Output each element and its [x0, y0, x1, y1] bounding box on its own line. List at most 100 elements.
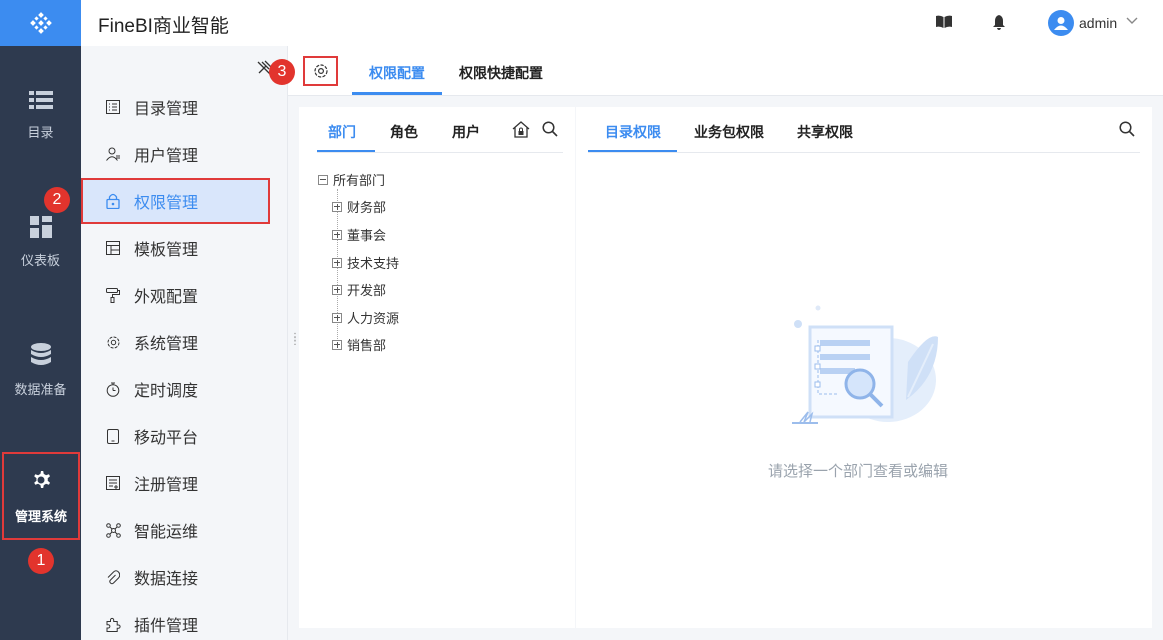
- tab-permission-quick-config[interactable]: 权限快捷配置: [459, 63, 543, 83]
- tab-permission-config[interactable]: 权限配置: [369, 63, 425, 83]
- sidebar-item-label: 数据连接: [134, 571, 199, 588]
- sidebar-item-label: 用户管理: [134, 148, 199, 165]
- search-icon[interactable]: [1119, 121, 1135, 137]
- expand-icon[interactable]: [332, 339, 342, 350]
- sidebar-item-users[interactable]: 用户管理: [81, 131, 288, 177]
- sidebar-item-scheduler[interactable]: 定时调度: [81, 366, 288, 412]
- tree-node-tech-support[interactable]: 技术支持: [332, 253, 399, 272]
- tab-share-permission[interactable]: 共享权限: [797, 122, 853, 142]
- sidebar-item-plugins[interactable]: 插件管理: [81, 601, 288, 640]
- gear-icon: [105, 334, 121, 350]
- main-tab-bar: 权限配置 权限快捷配置: [288, 46, 1163, 96]
- user-icon: [105, 146, 121, 162]
- gear-icon: [313, 64, 328, 78]
- link-icon: [105, 569, 121, 585]
- rail-item-admin[interactable]: 管理系统: [2, 452, 80, 540]
- sidebar-item-templates[interactable]: 模板管理: [81, 225, 288, 271]
- active-tab-indicator: [352, 92, 442, 95]
- logo-icon: [29, 12, 52, 34]
- search-icon[interactable]: [542, 121, 558, 137]
- rail-item-data-prep[interactable]: 数据准备: [0, 343, 81, 398]
- tree-node-hr[interactable]: 人力资源: [332, 308, 399, 327]
- expand-icon[interactable]: [332, 284, 342, 295]
- expand-icon[interactable]: [332, 312, 342, 323]
- rail-label: 仪表板: [20, 253, 60, 268]
- sidebar-item-data-connection[interactable]: 数据连接: [81, 554, 288, 600]
- tree-node-label: 销售部: [347, 338, 387, 353]
- gear-icon: [34, 470, 50, 488]
- sidebar-item-system[interactable]: 系统管理: [81, 319, 288, 365]
- sidebar-item-label: 插件管理: [134, 618, 199, 635]
- sidebar-item-label: 智能运维: [134, 524, 199, 541]
- expand-icon[interactable]: [332, 229, 342, 240]
- tree-node-label: 人力资源: [347, 311, 400, 326]
- rail-item-dashboard[interactable]: 仪表板: [0, 216, 81, 269]
- sidebar-item-label: 移动平台: [134, 430, 199, 447]
- sidebar-item-label: 目录管理: [134, 101, 199, 118]
- template-icon: [105, 240, 121, 256]
- step-badge-1: 1: [28, 548, 54, 574]
- user-name[interactable]: admin: [1079, 15, 1117, 31]
- rail-label: 管理系统: [14, 508, 67, 524]
- tree-root-label: 所有部门: [333, 173, 386, 188]
- tree-node-sales[interactable]: 销售部: [332, 335, 386, 354]
- admin-sidebar: 目录管理 用户管理 权限管理 模板管理 外观配置 系统管理 定时调度 移动平台 …: [81, 46, 288, 640]
- catalog-icon: [28, 91, 53, 109]
- tree-node-dev[interactable]: 开发部: [332, 280, 386, 299]
- paint-roller-icon: [105, 287, 121, 303]
- top-header: FineBI商业智能 admin: [81, 0, 1163, 46]
- resize-handle[interactable]: ⋮⋮: [290, 333, 300, 347]
- tab-user[interactable]: 用户: [452, 122, 480, 142]
- sidebar-item-mobile[interactable]: 移动平台: [81, 413, 288, 459]
- left-rail: 目录 仪表板 数据准备 管理系统: [0, 0, 81, 640]
- sidebar-item-label: 注册管理: [134, 477, 199, 494]
- tree-node-label: 开发部: [347, 283, 387, 298]
- collapse-icon[interactable]: [318, 174, 328, 185]
- sidebar-item-register[interactable]: 注册管理: [81, 460, 288, 506]
- rail-label: 目录: [27, 125, 54, 140]
- empty-state-illustration: [792, 305, 938, 424]
- bell-icon[interactable]: [992, 15, 1006, 30]
- tab-package-permission[interactable]: 业务包权限: [694, 122, 764, 142]
- empty-state-message: 请选择一个部门查看或编辑: [768, 463, 949, 480]
- tree-node-board[interactable]: 董事会: [332, 225, 386, 244]
- tree-node-label: 技术支持: [347, 256, 400, 271]
- mobile-icon: [105, 428, 121, 444]
- sidebar-item-label: 模板管理: [134, 242, 199, 259]
- book-icon[interactable]: [936, 15, 952, 29]
- database-icon: [30, 343, 51, 365]
- sidebar-item-catalog[interactable]: 目录管理: [81, 84, 288, 130]
- tab-department[interactable]: 部门: [328, 122, 356, 142]
- avatar[interactable]: [1048, 10, 1074, 36]
- expand-icon[interactable]: [332, 201, 342, 212]
- settings-button[interactable]: [303, 56, 338, 86]
- sidebar-item-label: 外观配置: [134, 289, 199, 306]
- rail-item-catalog[interactable]: 目录: [0, 90, 81, 141]
- sidebar-item-permissions[interactable]: 权限管理: [81, 178, 270, 224]
- tree-node-label: 董事会: [347, 228, 387, 243]
- lock-house-icon[interactable]: [512, 121, 530, 138]
- app-logo[interactable]: [0, 0, 81, 46]
- register-icon: [105, 475, 121, 491]
- tab-catalog-permission[interactable]: 目录权限: [605, 122, 661, 142]
- tab-role[interactable]: 角色: [390, 122, 418, 142]
- sidebar-item-label: 系统管理: [134, 336, 199, 353]
- rail-label: 数据准备: [14, 382, 67, 397]
- permission-panel: 目录权限 业务包权限 共享权限: [576, 107, 1152, 628]
- sidebar-item-appearance[interactable]: 外观配置: [81, 272, 288, 318]
- user-avatar-icon: [1054, 17, 1068, 30]
- department-panel: 部门 角色 用户 所有部门 财务部 董事会 技术支持 开发部 人力资源 销售部: [299, 107, 575, 628]
- tree-node-label: 财务部: [347, 200, 387, 215]
- step-badge-2: 2: [44, 187, 70, 213]
- app-title: FineBI商业智能: [98, 16, 229, 37]
- sidebar-item-label: 定时调度: [134, 383, 199, 400]
- expand-icon[interactable]: [332, 257, 342, 268]
- plugin-icon: [105, 616, 121, 632]
- dashboard-icon: [29, 216, 52, 238]
- tree-root[interactable]: 所有部门: [318, 170, 385, 189]
- chevron-down-icon[interactable]: [1126, 17, 1138, 25]
- step-badge-3: 3: [269, 59, 295, 85]
- tree-node-finance[interactable]: 财务部: [332, 197, 386, 216]
- sidebar-item-label: 权限管理: [134, 195, 199, 212]
- sidebar-item-ops[interactable]: 智能运维: [81, 507, 288, 553]
